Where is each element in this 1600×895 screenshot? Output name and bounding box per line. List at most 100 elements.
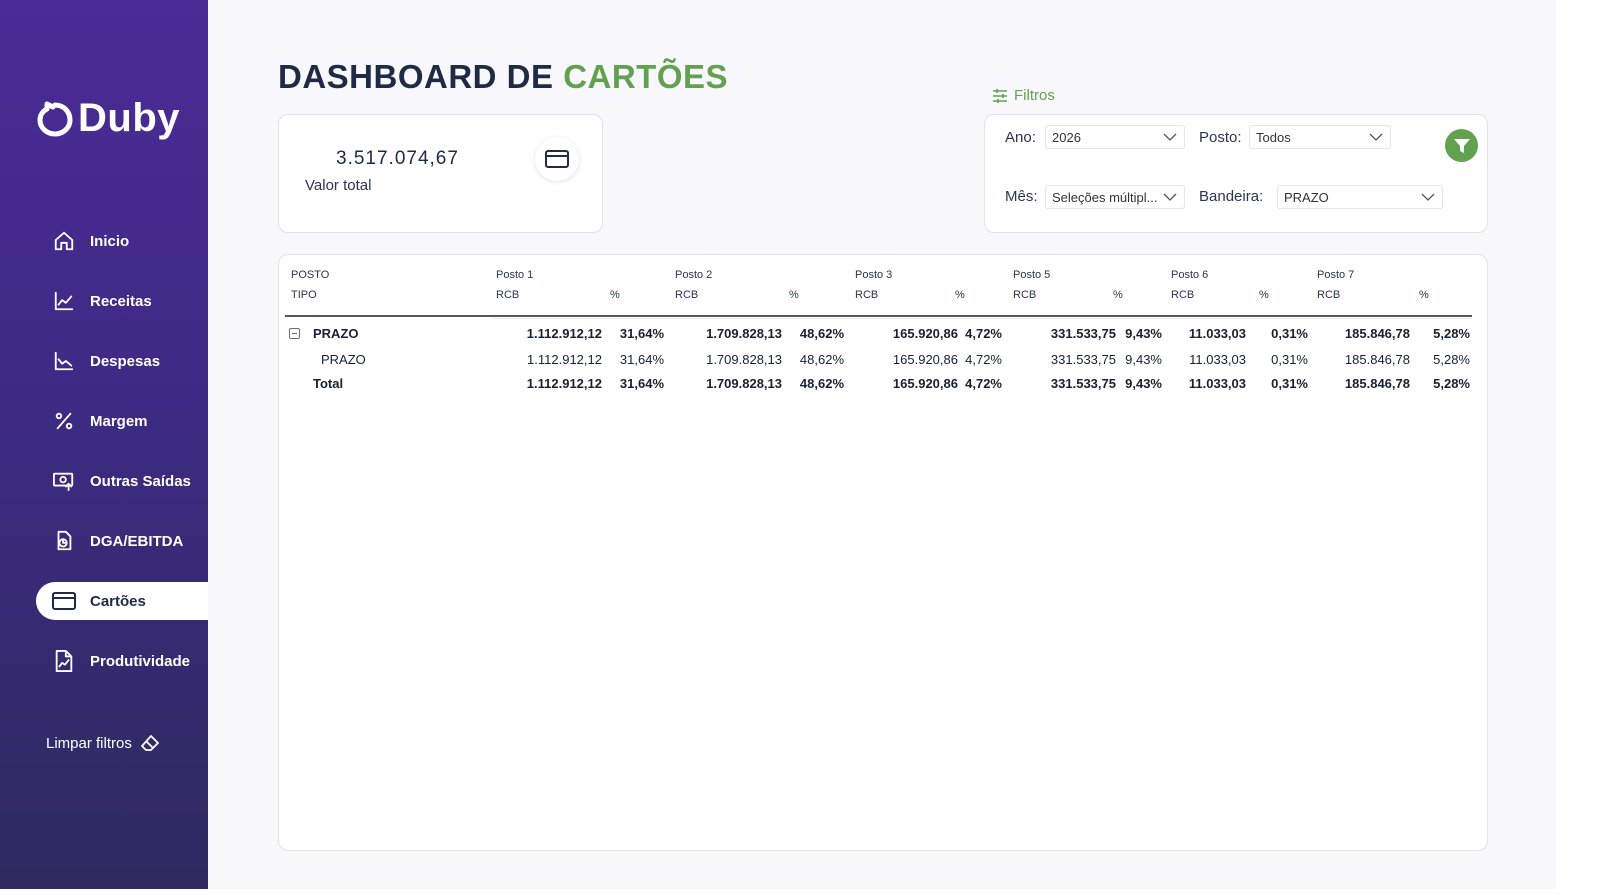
eraser-icon [140,735,159,751]
collapse-toggle-icon[interactable] [289,328,300,339]
cell-rcb: 11.033,03 [1189,352,1246,367]
sidebar-item-label: Receitas [90,292,152,310]
cell-rcb: 185.846,78 [1344,376,1410,391]
posto-select[interactable]: Todos [1249,125,1391,149]
sidebar-item-receitas[interactable]: Receitas [0,271,208,331]
page-title-accent: CARTÕES [563,58,729,95]
sidebar-item-inicio[interactable]: Inicio [0,211,208,271]
sidebar-item-label: Cartões [90,592,146,610]
duby-logo-icon [37,101,73,136]
subheader-rcb[interactable]: RCB [675,289,698,301]
sidebar-item-label: Produtividade [90,652,191,670]
cell-pct: 0,31% [1271,376,1308,391]
sidebar-item-cartoes[interactable]: Cartões [36,582,208,620]
cell-pct: 0,31% [1271,352,1308,367]
cell-rcb: 185.846,78 [1344,352,1410,367]
percent-icon [52,409,76,433]
cell-rcb: 11.033,03 [1188,376,1246,391]
cell-pct: 9,43% [1125,376,1162,391]
apply-filter-button[interactable] [1445,129,1478,162]
cell-pct: 4,72% [965,376,1002,391]
subheader-pct[interactable]: % [1113,289,1123,301]
kpi-icon-badge [535,137,579,181]
subheader-rcb[interactable]: RCB [496,289,519,301]
row-label: Total [313,376,344,391]
column-header-posto-1[interactable]: Posto 1 [496,269,533,281]
ano-label: Ano: [1005,129,1036,146]
cell-pct: 9,43% [1125,326,1162,341]
ano-select[interactable]: 2026 [1045,125,1185,149]
bandeira-label: Bandeira: [1199,188,1264,205]
sidebar-item-label: Despesas [90,352,161,370]
column-header-posto-3[interactable]: Posto 3 [855,269,892,281]
sidebar-item-dga-ebitda[interactable]: DGA/EBITDA [0,511,208,571]
document-chart-icon [52,529,76,553]
column-header-posto-5[interactable]: Posto 5 [1013,269,1050,281]
cell-rcb: 331.533,75 [1050,376,1116,391]
row-header-tipo: TIPO [291,289,317,301]
subheader-rcb[interactable]: RCB [1317,289,1340,301]
clear-filters-button[interactable]: Limpar filtros [46,734,160,752]
clear-filters-label: Limpar filtros [46,734,132,752]
credit-card-icon [52,589,76,613]
cell-rcb: 11.033,03 [1188,326,1246,341]
bandeira-select[interactable]: PRAZO [1277,185,1443,209]
sidebar-item-outras-saidas[interactable]: Outras Saídas [0,451,208,511]
subheader-rcb[interactable]: RCB [1013,289,1036,301]
chevron-down-icon [1369,133,1383,141]
page-title-prefix: DASHBOARD DE [278,58,564,95]
line-chart-icon [52,289,76,313]
kpi-label: Valor total [305,177,372,194]
sidebar-item-label: Outras Saídas [90,472,191,490]
matrix: POSTO Posto 1 Posto 2 Posto 3 Posto 5 Po… [285,265,1472,396]
filters-title-label: Filtros [1014,87,1055,104]
cell-rcb: 331.533,75 [1050,326,1116,341]
row-label: PRAZO [313,326,359,341]
cell-pct: 48,62% [799,352,844,367]
subheader-pct[interactable]: % [1259,289,1269,301]
cell-pct: 4,72% [965,352,1002,367]
report-chart-icon [52,649,76,673]
cell-pct: 31,64% [619,352,664,367]
column-header-posto-2[interactable]: Posto 2 [675,269,712,281]
cell-rcb: 165.920,86 [892,352,958,367]
cell-rcb: 185.846,78 [1344,326,1410,341]
table-row-group-prazo: PRAZO 1.112.912,12 31,64% 1.709.828,13 4… [285,318,1472,346]
cell-rcb: 1.112.912,12 [527,352,602,367]
table-row-detail-prazo: PRAZO 1.112.912,12 31,64% 1.709.828,13 4… [285,348,1472,372]
cell-rcb: 331.533,75 [1050,352,1116,367]
kpi-card-valor-total: 3.517.074,67 Valor total [278,114,603,233]
brand-logo[interactable]: Duby [36,96,180,141]
mes-select[interactable]: Seleções múltipl... [1045,185,1185,209]
sidebar-item-despesas[interactable]: Despesas [0,331,208,391]
cell-rcb: 1.709.828,13 [706,326,782,341]
row-header-posto: POSTO [291,269,330,281]
sliders-icon [993,88,1007,103]
money-out-icon [52,469,76,493]
chevron-down-icon [1421,193,1435,201]
cell-rcb: 1.112.912,12 [526,326,602,341]
window-margin-right [1556,0,1600,895]
subheader-rcb[interactable]: RCB [1171,289,1194,301]
subheader-rcb[interactable]: RCB [855,289,878,301]
column-header-posto-7[interactable]: Posto 7 [1317,269,1354,281]
column-header-posto-6[interactable]: Posto 6 [1171,269,1208,281]
cell-rcb: 165.920,86 [892,376,958,391]
sidebar-item-produtividade[interactable]: Produtividade [0,631,208,691]
chevron-down-icon [1163,133,1177,141]
sidebar-item-margem[interactable]: Margem [0,391,208,451]
cards-matrix-table: POSTO Posto 1 Posto 2 Posto 3 Posto 5 Po… [278,254,1488,851]
row-label: PRAZO [321,352,366,367]
subheader-pct[interactable]: % [610,289,620,301]
subheader-pct[interactable]: % [1419,289,1429,301]
sidebar-nav: Inicio Receitas Despesas Margem Outras S… [0,211,208,691]
cell-pct: 48,62% [799,326,844,341]
group-column-divider [493,318,1472,319]
sidebar-item-label: Inicio [90,232,130,250]
ano-select-value: 2026 [1052,129,1081,145]
subheader-pct[interactable]: % [789,289,799,301]
funnel-icon [1453,138,1470,153]
subheader-pct[interactable]: % [955,289,965,301]
sidebar-item-label: Margem [90,412,148,430]
mes-select-value: Seleções múltipl... [1052,189,1158,205]
